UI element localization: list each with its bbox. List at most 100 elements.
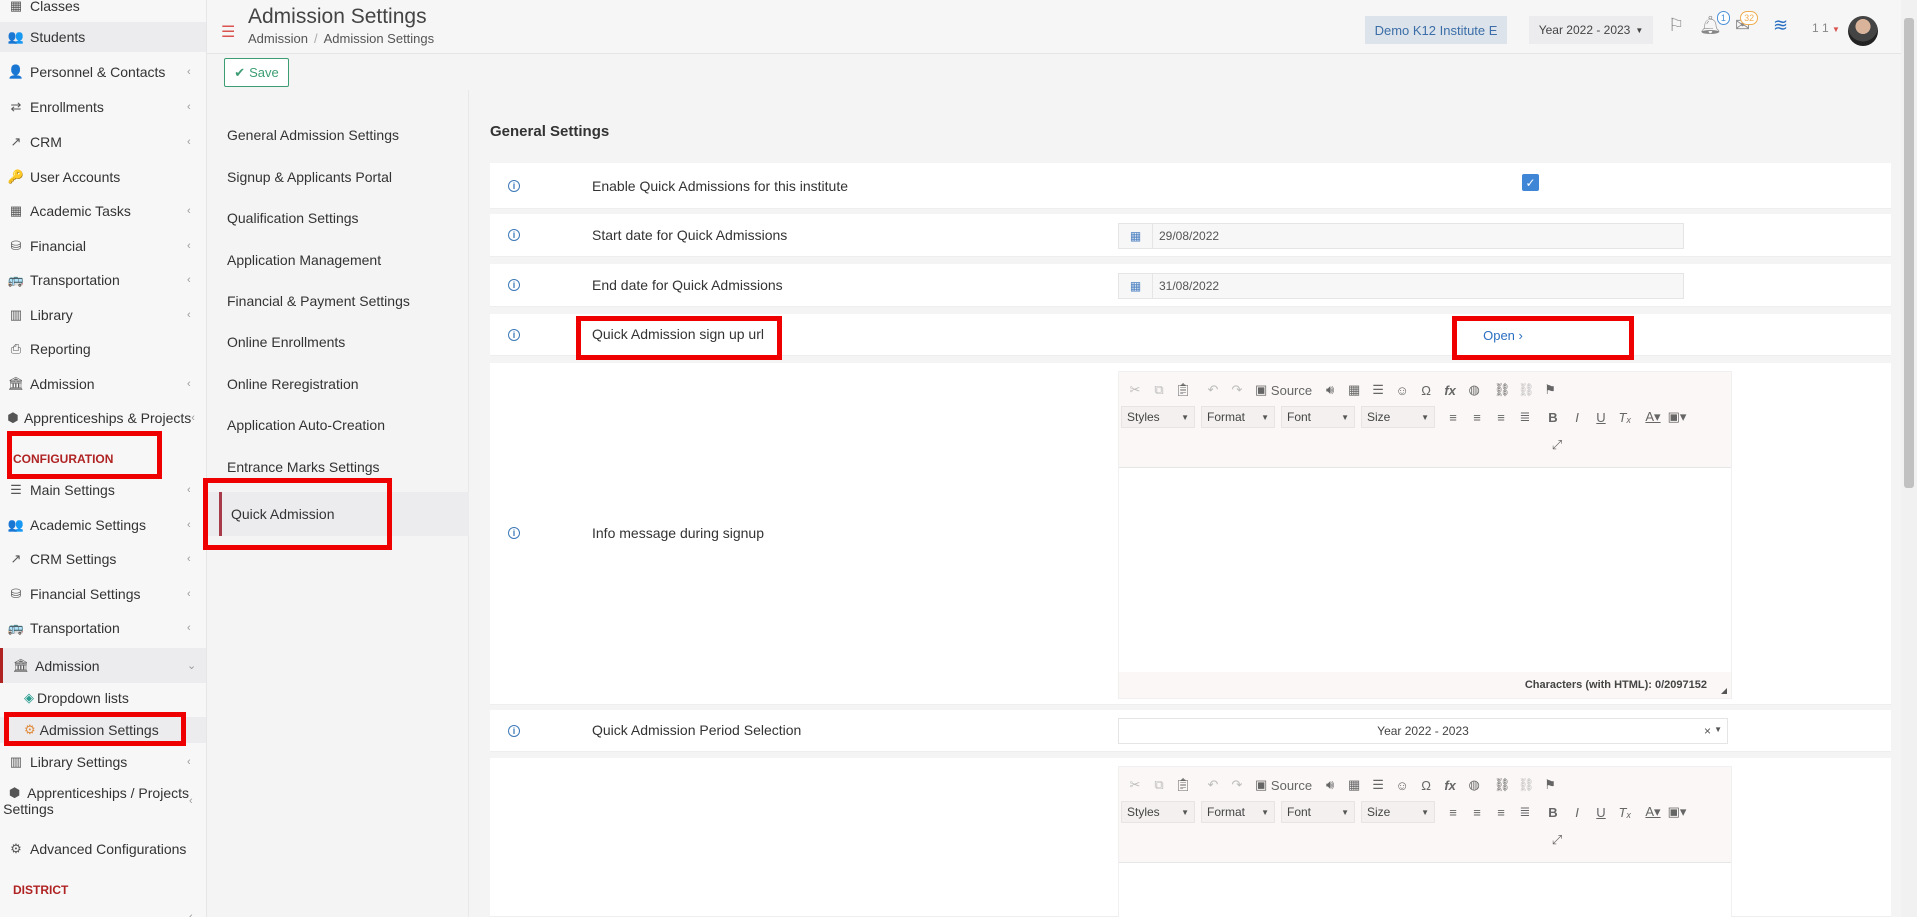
maximize-icon[interactable]: ⤢ [1547,830,1567,850]
settings-nav-item-entrance-marks[interactable]: Entrance Marks Settings [207,447,469,487]
settings-nav-item-auto-creation[interactable]: Application Auto-Creation [207,405,469,445]
omega-icon[interactable]: Ω [1416,775,1436,795]
sidebar-subitem-admission-settings[interactable]: ⚙ Admission Settings [0,717,206,743]
layers-icon[interactable]: ≋ [1773,15,1788,36]
font-dropdown[interactable]: Font ▼ [1281,406,1355,428]
size-dropdown[interactable]: Size ▼ [1361,801,1435,823]
settings-nav-item-application-management[interactable]: Application Management [207,240,469,280]
settings-nav-item-qualification[interactable]: Qualification Settings [207,198,469,238]
period-select[interactable]: Year 2022 - 2023 × ▼ [1118,718,1728,744]
underline-icon[interactable]: U [1591,802,1611,822]
globe-icon[interactable]: ◍ [1464,775,1484,795]
cut-icon[interactable]: ✂ [1125,775,1145,795]
sidebar-item-reporting[interactable]: ⎙ Reporting [0,334,206,364]
anchor-flag-icon[interactable]: ⚑ [1540,380,1560,400]
enable-quick-admissions-checkbox[interactable]: ✓ [1522,174,1539,191]
start-date-field[interactable]: ▦ 29/08/2022 [1118,223,1684,249]
source-button[interactable]: ▣ Source [1255,775,1312,795]
rich-text-editor[interactable]: ✂ ⧉ 📋︎ ↶ ↷ ▣ Source 🔊︎ ▦ ☰ ☺ Ω fx ◍ ⛓ ⛓ … [1118,371,1732,699]
format-dropdown[interactable]: Format ▼ [1201,406,1275,428]
sidebar-item-academic-settings[interactable]: 👥 Academic Settings ‹ [0,510,206,540]
underline-icon[interactable]: U [1591,407,1611,427]
link-icon[interactable]: ⛓ [1492,775,1512,795]
clear-format-icon[interactable]: Tₓ [1615,802,1635,822]
sidebar-item-enrollments[interactable]: ⇄ Enrollments ‹ [0,92,206,122]
format-dropdown[interactable]: Format ▼ [1201,801,1275,823]
styles-dropdown[interactable]: Styles ▼ [1121,801,1195,823]
smiley-icon[interactable]: ☺ [1392,380,1412,400]
clear-icon[interactable]: × [1704,724,1711,738]
sidebar-item-crm-settings[interactable]: ↗ CRM Settings ‹ [0,544,206,574]
text-color-icon[interactable]: A▾ [1643,802,1663,822]
mail-icon[interactable]: ✉ 32 [1735,11,1759,36]
bold-icon[interactable]: B [1543,802,1563,822]
clear-format-icon[interactable]: Tₓ [1615,407,1635,427]
paste-icon[interactable]: 📋︎ [1173,380,1193,400]
undo-icon[interactable]: ↶ [1203,380,1223,400]
align-justify-icon[interactable]: ≣ [1515,802,1535,822]
align-right-icon[interactable]: ≡ [1491,802,1511,822]
open-signup-url-button[interactable]: Open › [1448,324,1558,346]
horizontal-rule-icon[interactable]: ☰ [1368,380,1388,400]
sidebar-item-library[interactable]: ▥ Library ‹ [0,300,206,330]
sidebar-item-classes[interactable]: ▦ Classes [0,0,206,21]
styles-dropdown[interactable]: Styles ▼ [1121,406,1195,428]
smiley-icon[interactable]: ☺ [1392,775,1412,795]
omega-icon[interactable]: Ω [1416,380,1436,400]
text-color-icon[interactable]: A▾ [1643,407,1663,427]
info-icon[interactable]: i [508,329,520,341]
sidebar-item-library-settings[interactable]: ▥ Library Settings ‹ [0,747,206,777]
breadcrumb-item-admission[interactable]: Admission [248,31,308,46]
user-code[interactable]: 1 1 ▼ [1812,21,1840,35]
copy-icon[interactable]: ⧉ [1149,775,1169,795]
sidebar-item-academic-tasks[interactable]: ▦ Academic Tasks ‹ [0,196,206,226]
formula-icon[interactable]: fx [1440,775,1460,795]
copy-icon[interactable]: ⧉ [1149,380,1169,400]
unlink-icon[interactable]: ⛓ [1516,380,1536,400]
year-selector[interactable]: Year 2022 - 2023 ▼ [1529,16,1653,44]
redo-icon[interactable]: ↷ [1227,380,1247,400]
link-icon[interactable]: ⛓ [1492,380,1512,400]
info-icon[interactable]: i [508,229,520,241]
flag-icon[interactable]: ⚐ [1668,15,1684,36]
formula-icon[interactable]: fx [1440,380,1460,400]
settings-nav-item-signup[interactable]: Signup & Applicants Portal [207,157,469,197]
sidebar-item-apprenticeships[interactable]: ⬢ Apprenticeships & Projects ‹ [0,403,206,433]
sidebar-item-transportation-settings[interactable]: 🚌 Transportation ‹ [0,613,206,643]
table-icon[interactable]: ▦ [1344,380,1364,400]
sidebar-item-advanced-configurations[interactable]: ⚙ Advanced Configurations [0,834,206,864]
audio-icon[interactable]: 🔊︎ [1320,380,1340,400]
sidebar-item-financial-settings[interactable]: ⛁ Financial Settings ‹ [0,579,206,609]
background-color-icon[interactable]: ▣▾ [1667,802,1687,822]
save-button[interactable]: ✔ Save [224,58,289,87]
bell-icon[interactable]: 🔔︎ 1 [1699,11,1730,36]
redo-icon[interactable]: ↷ [1227,775,1247,795]
horizontal-rule-icon[interactable]: ☰ [1368,775,1388,795]
anchor-flag-icon[interactable]: ⚑ [1540,775,1560,795]
align-left-icon[interactable]: ≡ [1443,802,1463,822]
calendar-icon[interactable]: ▦ [1119,274,1153,298]
source-button[interactable]: ▣ Source [1255,380,1312,400]
sidebar-item-students[interactable]: 👥 Students [0,22,206,52]
sidebar-item-admission[interactable]: 🏛 Admission ‹ [0,369,206,399]
sidebar-item-apprenticeships-settings[interactable]: ⬢ Apprenticeships / Projects Settings ‹ [0,785,206,825]
rich-text-editor-2[interactable]: ✂ ⧉ 📋︎ ↶ ↷ ▣ Source 🔊︎ ▦ ☰ ☺ Ω fx ◍ ⛓ ⛓ … [1118,766,1732,917]
sidebar-item-crm[interactable]: ↗ CRM ‹ [0,127,206,157]
audio-icon[interactable]: 🔊︎ [1320,775,1340,795]
sidebar-item-financial[interactable]: ⛁ Financial ‹ [0,231,206,261]
sidebar-item-admission-settings-group[interactable]: 🏛 Admission ⌄ [0,648,206,683]
bold-icon[interactable]: B [1543,407,1563,427]
italic-icon[interactable]: I [1567,802,1587,822]
table-icon[interactable]: ▦ [1344,775,1364,795]
settings-nav-item-quick-admission[interactable]: Quick Admission [207,492,469,536]
cut-icon[interactable]: ✂ [1125,380,1145,400]
hamburger-menu-icon[interactable]: ☰ [221,22,235,42]
settings-nav-item-online-reregistration[interactable]: Online Reregistration [207,364,469,404]
background-color-icon[interactable]: ▣▾ [1667,407,1687,427]
avatar[interactable] [1848,16,1878,46]
align-justify-icon[interactable]: ≣ [1515,407,1535,427]
size-dropdown[interactable]: Size ▼ [1361,406,1435,428]
settings-nav-item-general[interactable]: General Admission Settings [207,115,469,155]
end-date-field[interactable]: ▦ 31/08/2022 [1118,273,1684,299]
align-left-icon[interactable]: ≡ [1443,407,1463,427]
